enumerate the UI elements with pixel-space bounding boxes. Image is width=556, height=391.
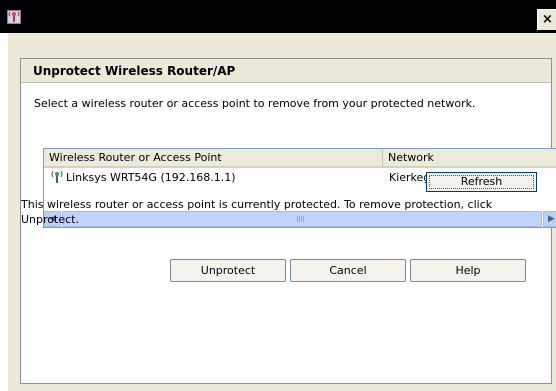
scroll-right-button[interactable]: ▶ [543,211,556,227]
close-button[interactable]: × [537,9,556,30]
panel-title: Unprotect Wireless Router/AP [33,64,236,78]
arrow-right-icon: ▶ [548,214,555,224]
wireless-router-icon [7,10,21,24]
unprotect-button[interactable]: Unprotect [170,259,286,282]
cancel-button[interactable]: Cancel [290,259,406,282]
column-header-device[interactable]: Wireless Router or Access Point [44,149,383,168]
device-cell: Linksys WRT54G (192.168.1.1) [50,169,236,190]
refresh-button[interactable]: Refresh [426,172,537,192]
close-icon: × [542,12,553,27]
title-bar: × [0,0,556,33]
device-name: Linksys WRT54G (192.168.1.1) [66,171,236,184]
panel-header: Unprotect Wireless Router/AP [21,59,551,83]
help-button[interactable]: Help [410,259,526,282]
router-icon [50,170,64,190]
column-header-network[interactable]: Network [383,149,556,168]
status-text: This wireless router or access point is … [21,198,493,226]
instruction-text: Select a wireless router or access point… [34,97,476,110]
